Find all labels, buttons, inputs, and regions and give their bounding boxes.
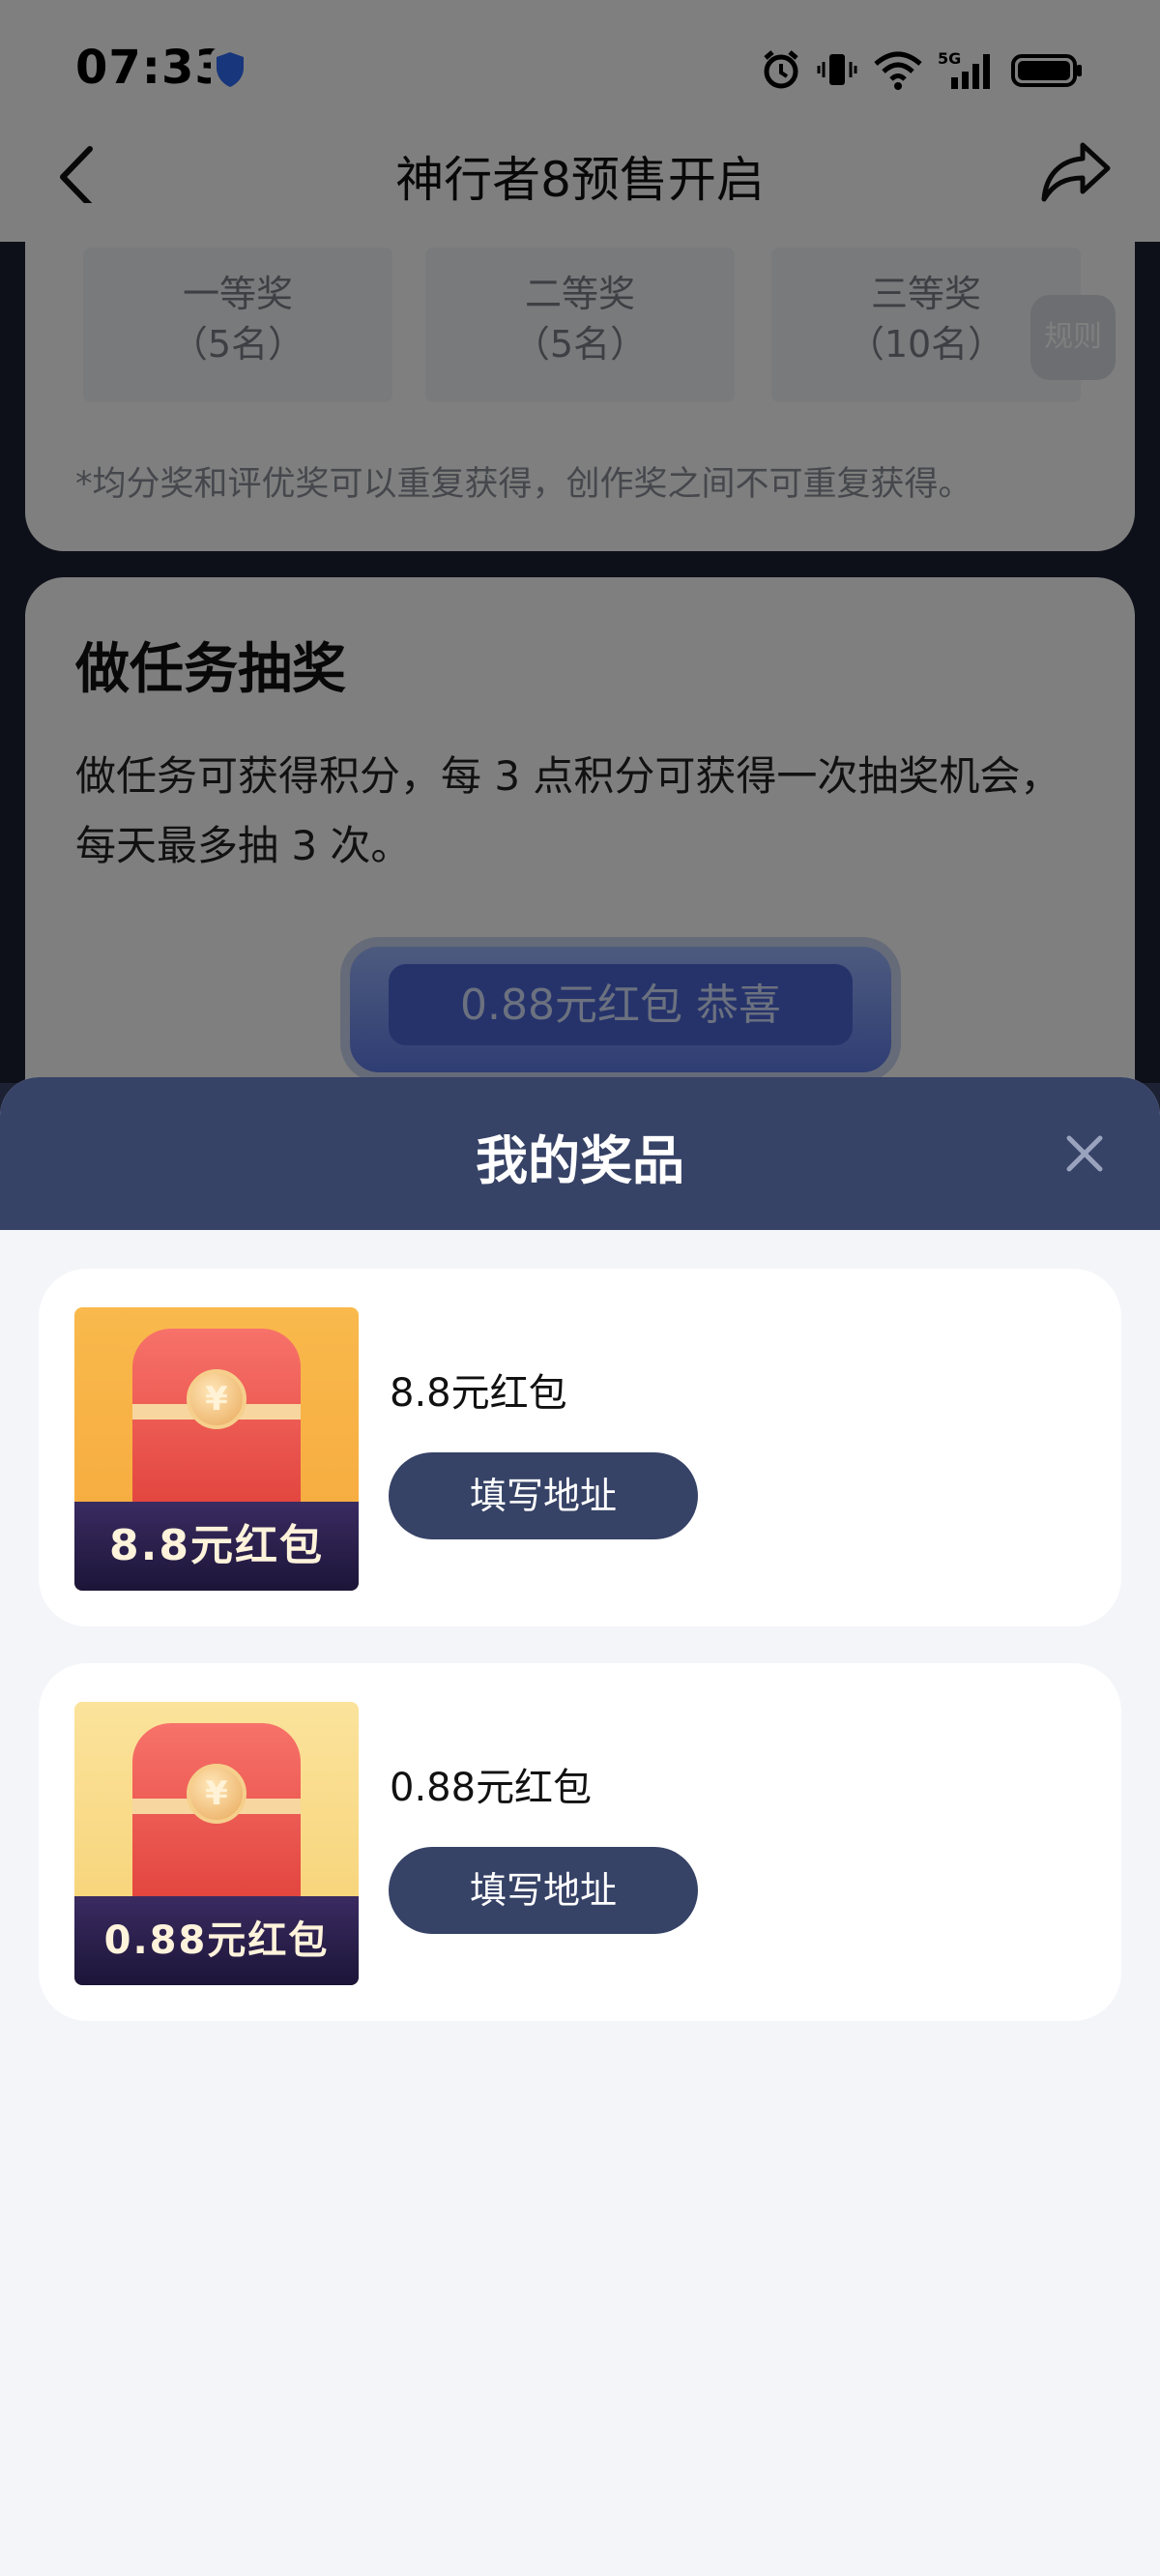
close-icon[interactable] [1061, 1130, 1108, 1177]
fill-address-button[interactable]: 填写地址 [389, 1452, 698, 1539]
yuan-coin-icon: ¥ [187, 1369, 246, 1429]
sheet-header: 我的奖品 [0, 1077, 1160, 1230]
prize-image: ¥ 8.8元红包 [74, 1307, 359, 1591]
prize-item: ¥ 8.8元红包 8.8元红包 填写地址 [39, 1269, 1121, 1626]
sheet-title: 我的奖品 [476, 1130, 684, 1191]
prize-image-label: 0.88元红包 [74, 1896, 359, 1985]
my-prizes-sheet: 我的奖品 ¥ 8.8元红包 8.8元红包 填写地址 ¥ 0.88元红包 0.88… [0, 1077, 1160, 2576]
modal-overlay[interactable] [0, 0, 1160, 1083]
prize-name: 8.8元红包 [390, 1371, 567, 1416]
prize-image-label: 8.8元红包 [74, 1502, 359, 1591]
fill-address-button[interactable]: 填写地址 [389, 1847, 698, 1934]
yuan-coin-icon: ¥ [187, 1764, 246, 1824]
prize-item: ¥ 0.88元红包 0.88元红包 填写地址 [39, 1663, 1121, 2021]
prize-image: ¥ 0.88元红包 [74, 1702, 359, 1985]
prize-name: 0.88元红包 [390, 1766, 593, 1810]
